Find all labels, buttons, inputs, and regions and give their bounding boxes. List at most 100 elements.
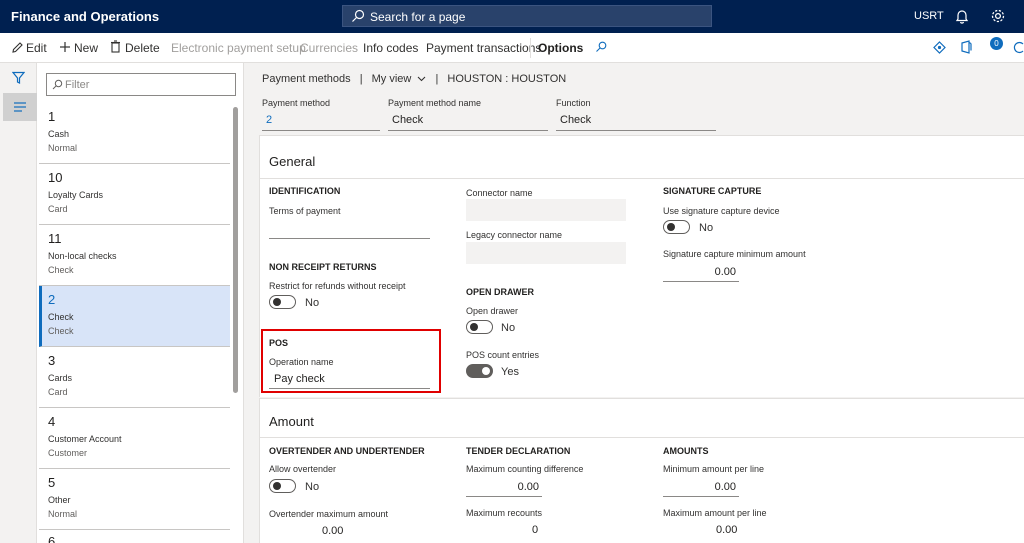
overtender-max-field[interactable]: 0.00 xyxy=(322,525,343,537)
app-title[interactable]: Finance and Operations xyxy=(11,9,159,24)
office-icon[interactable] xyxy=(961,40,972,54)
function-field[interactable]: Check xyxy=(556,110,716,131)
action-separator xyxy=(530,38,531,58)
delete-button[interactable]: Delete xyxy=(125,41,160,55)
general-title[interactable]: General xyxy=(269,154,315,169)
info-codes-button[interactable]: Info codes xyxy=(363,41,418,55)
identification-group-title: IDENTIFICATION xyxy=(269,186,341,196)
list-item[interactable]: 1 Cash Normal xyxy=(39,103,230,164)
general-fasttab: General IDENTIFICATION Terms of payment … xyxy=(259,135,1024,397)
electronic-payment-setup-button[interactable]: Electronic payment setup xyxy=(171,41,306,55)
terms-of-payment-field[interactable] xyxy=(269,219,430,239)
chevron-down-icon[interactable] xyxy=(417,76,426,82)
currencies-button[interactable]: Currencies xyxy=(300,41,358,55)
list-item-type: Normal xyxy=(48,509,78,519)
max-counting-diff-field[interactable]: 0.00 xyxy=(466,477,542,497)
list-item[interactable]: 5 Other Normal xyxy=(39,469,230,530)
max-recounts-label: Maximum recounts xyxy=(466,508,543,518)
function-label: Function xyxy=(556,98,591,108)
list-item[interactable]: 4 Customer Account Customer xyxy=(39,408,230,469)
bell-icon[interactable] xyxy=(955,9,969,24)
pos-count-entries-value: Yes xyxy=(501,366,519,378)
payment-method-label: Payment method xyxy=(262,98,331,108)
legacy-connector-name-label: Legacy connector name xyxy=(466,230,563,240)
overtender-group-title: OVERTENDER AND UNDERTENDER xyxy=(269,446,425,456)
max-recounts-field[interactable]: 0 xyxy=(532,524,538,536)
list-item-type: Check xyxy=(48,326,74,336)
allow-overtender-toggle[interactable] xyxy=(269,479,296,493)
min-per-line-label: Minimum amount per line xyxy=(663,464,765,474)
list-item-name: Customer Account xyxy=(48,434,122,444)
edit-button[interactable]: Edit xyxy=(26,41,47,55)
signature-min-amount-field[interactable]: 0.00 xyxy=(663,262,739,282)
list-item[interactable]: 11 Non-local checks Check xyxy=(39,225,230,286)
list-item[interactable]: 6 xyxy=(39,530,230,543)
card-divider xyxy=(260,178,1024,179)
details-pane: Payment methods | My view | HOUSTON : HO… xyxy=(244,63,1024,543)
toggle-knob xyxy=(273,298,281,306)
open-drawer-toggle[interactable] xyxy=(466,320,493,334)
terms-of-payment-label: Terms of payment xyxy=(269,206,341,216)
new-button[interactable]: New xyxy=(74,41,98,55)
filter-icon[interactable] xyxy=(12,71,25,84)
refresh-icon[interactable] xyxy=(1013,41,1024,54)
toggle-knob xyxy=(482,367,490,375)
list-item[interactable]: 3 Cards Card xyxy=(39,347,230,408)
list-item-name: Loyalty Cards xyxy=(48,190,104,200)
list-item-type: Check xyxy=(48,265,74,275)
top-nav-bar: Finance and Operations Search for a page… xyxy=(0,0,1024,33)
company-picker[interactable]: USRT xyxy=(914,10,944,22)
amount-title[interactable]: Amount xyxy=(269,414,314,429)
search-icon[interactable] xyxy=(595,41,607,53)
list-item-type: Card xyxy=(48,387,68,397)
notification-badge[interactable]: 0 xyxy=(990,37,1003,50)
list-item-name: Check xyxy=(48,312,74,322)
list-view-button[interactable] xyxy=(3,93,37,121)
pos-count-entries-toggle[interactable] xyxy=(466,364,493,378)
restrict-refunds-label: Restrict for refunds without receipt xyxy=(269,281,406,291)
payment-transactions-button[interactable]: Payment transactions xyxy=(426,41,541,55)
open-drawer-group-title: OPEN DRAWER xyxy=(466,287,535,297)
options-tab[interactable]: Options xyxy=(538,41,583,55)
allow-overtender-label: Allow overtender xyxy=(269,464,337,474)
min-per-line-field[interactable]: 0.00 xyxy=(663,477,739,497)
list-item-id: 5 xyxy=(48,475,56,490)
search-icon xyxy=(352,9,365,22)
use-signature-value: No xyxy=(699,222,714,234)
search-box[interactable]: Search for a page xyxy=(342,5,712,27)
list-item-type: Normal xyxy=(48,143,78,153)
amount-fasttab: Amount OVERTENDER AND UNDERTENDER Allow … xyxy=(259,398,1024,543)
list-item-selected[interactable]: 2 Check Check xyxy=(39,286,230,347)
view-selector[interactable]: My view xyxy=(372,73,412,85)
pos-count-entries-label: POS count entries xyxy=(466,350,540,360)
list-item-type: Card xyxy=(48,204,68,214)
diamond-icon[interactable] xyxy=(933,41,946,54)
open-drawer-value: No xyxy=(501,322,516,334)
list-item[interactable]: 10 Loyalty Cards Card xyxy=(39,164,230,225)
breadcrumb-page[interactable]: Payment methods xyxy=(262,73,351,85)
list-item-id: 2 xyxy=(48,292,56,307)
payment-method-name-field[interactable]: Check xyxy=(388,110,548,131)
payment-method-field[interactable]: 2 xyxy=(262,110,380,131)
max-per-line-field[interactable]: 0.00 xyxy=(716,524,737,536)
list-item-id: 4 xyxy=(48,414,56,429)
gear-icon[interactable] xyxy=(990,8,1006,24)
list-item-id: 1 xyxy=(48,109,56,124)
list-item-id: 6 xyxy=(48,534,56,543)
restrict-refunds-toggle[interactable] xyxy=(269,295,296,309)
plus-icon xyxy=(60,42,70,52)
filter-placeholder: Filter xyxy=(65,79,90,91)
breadcrumb-separator: | xyxy=(359,73,363,85)
list-item-name: Cash xyxy=(48,129,70,139)
legacy-connector-name-field xyxy=(466,242,626,264)
list-item-type: Customer xyxy=(48,448,88,458)
use-signature-toggle[interactable] xyxy=(663,220,690,234)
max-counting-diff-label: Maximum counting difference xyxy=(466,464,584,474)
tender-declaration-group-title: TENDER DECLARATION xyxy=(466,446,571,456)
toggle-knob xyxy=(273,482,281,490)
list-item-name: Other xyxy=(48,495,71,505)
filter-input[interactable]: Filter xyxy=(46,73,236,96)
toggle-knob xyxy=(667,223,675,231)
operation-name-field[interactable]: Pay check xyxy=(269,369,430,389)
list-scrollbar[interactable] xyxy=(233,107,238,393)
